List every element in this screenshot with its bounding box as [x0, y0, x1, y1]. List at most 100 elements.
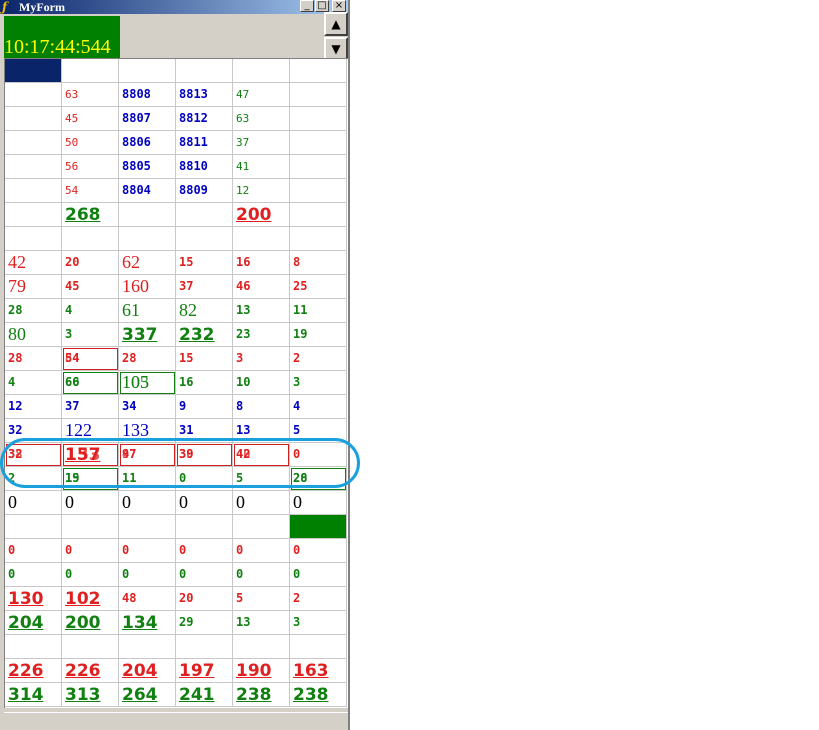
grid-cell[interactable]: 337 [119, 323, 176, 347]
grid-cell[interactable]: 80 [5, 323, 62, 347]
title-bar[interactable]: ƒ MyForm _ □ × [0, 0, 348, 14]
grid-cell[interactable]: 10 [233, 371, 290, 395]
grid-cell[interactable] [290, 131, 347, 155]
grid-cell[interactable]: 0 [233, 563, 290, 587]
grid-cell[interactable]: 8 [233, 395, 290, 419]
grid-cell[interactable] [290, 635, 347, 659]
grid-cell[interactable]: 4 [5, 371, 62, 395]
grid-cell[interactable]: 45 [62, 107, 119, 131]
grid-cell[interactable]: 0 [62, 539, 119, 563]
scroll-up-button[interactable]: ▲ [324, 12, 348, 36]
grid-cell[interactable]: 204 [5, 611, 62, 635]
grid-cell[interactable]: 8810 [176, 155, 233, 179]
grid-cell[interactable]: 13 [233, 299, 290, 323]
grid-cell[interactable]: 0 [176, 563, 233, 587]
grid-cell[interactable]: 3 [290, 371, 347, 395]
grid-cell[interactable]: 241 [176, 683, 233, 707]
data-grid[interactable]: 63 8808 8813 47 45 8807 8812 63 50 8806 8811 37 56 88… [4, 58, 348, 708]
grid-cell[interactable]: 4 [290, 395, 347, 419]
grid-cell[interactable]: 0 [119, 491, 176, 515]
grid-cell[interactable]: 0 [5, 563, 62, 587]
grid-cell[interactable] [62, 227, 119, 251]
grid-cell[interactable]: 9 [176, 395, 233, 419]
grid-cell[interactable]: 56 [62, 155, 119, 179]
grid-cell[interactable] [290, 83, 347, 107]
grid-cell[interactable]: 238 [290, 683, 347, 707]
grid-cell[interactable]: 8813 [176, 83, 233, 107]
grid-cell[interactable]: 63 [62, 83, 119, 107]
grid-cell[interactable]: 28 [5, 299, 62, 323]
grid-cell[interactable]: 8812 [176, 107, 233, 131]
grid-cell[interactable] [5, 155, 62, 179]
grid-cell[interactable] [119, 59, 176, 83]
grid-cell[interactable]: 48 [119, 587, 176, 611]
grid-cell[interactable]: 8804 [119, 179, 176, 203]
grid-cell[interactable] [176, 515, 233, 539]
grid-cell[interactable]: 15 [176, 251, 233, 275]
grid-cell[interactable]: 313 [62, 683, 119, 707]
grid-cell[interactable] [233, 227, 290, 251]
grid-cell[interactable]: 63 [233, 107, 290, 131]
grid-cell[interactable]: 13 [233, 611, 290, 635]
grid-cell[interactable]: 226 [5, 659, 62, 683]
grid-cell[interactable]: 15 [176, 347, 233, 371]
grid-cell[interactable]: 0 [119, 563, 176, 587]
grid-cell[interactable] [5, 107, 62, 131]
grid-cell[interactable] [290, 227, 347, 251]
grid-cell[interactable] [176, 635, 233, 659]
minimize-button[interactable]: _ [300, 0, 314, 12]
grid-cell[interactable]: 20 [62, 251, 119, 275]
grid-cell[interactable]: 8808 [119, 83, 176, 107]
grid-cell[interactable]: 37 [176, 275, 233, 299]
grid-cell[interactable]: 16 [233, 251, 290, 275]
grid-cell[interactable]: 42 [5, 251, 62, 275]
grid-cell[interactable] [233, 59, 290, 83]
grid-cell[interactable]: 0 [290, 539, 347, 563]
grid-cell[interactable]: 62 [119, 251, 176, 275]
grid-cell[interactable]: 79 [5, 275, 62, 299]
grid-cell[interactable]: 12 [5, 395, 62, 419]
grid-cell[interactable] [119, 635, 176, 659]
grid-cell[interactable]: 204 [119, 659, 176, 683]
grid-cell[interactable] [5, 131, 62, 155]
grid-cell[interactable]: 0 [290, 563, 347, 587]
grid-cell[interactable] [119, 203, 176, 227]
grid-cell[interactable] [176, 59, 233, 83]
grid-cell[interactable]: 11 [290, 299, 347, 323]
grid-cell[interactable]: 3 [62, 323, 119, 347]
grid-cell[interactable] [5, 635, 62, 659]
grid-cell[interactable]: 2 [290, 347, 347, 371]
grid-cell[interactable]: 0 [176, 539, 233, 563]
grid-cell[interactable]: 238 [233, 683, 290, 707]
app-icon[interactable]: ƒ [2, 1, 16, 13]
grid-cell[interactable]: 105 103 [119, 371, 176, 395]
grid-cell[interactable] [233, 515, 290, 539]
grid-cell[interactable]: 4 [62, 299, 119, 323]
grid-cell[interactable]: 47 [233, 83, 290, 107]
grid-cell[interactable] [5, 59, 62, 83]
grid-cell[interactable]: 264 [119, 683, 176, 707]
grid-cell[interactable]: 0 [233, 539, 290, 563]
grid-cell[interactable]: 3 [233, 347, 290, 371]
grid-cell[interactable]: 45 [62, 275, 119, 299]
grid-cell[interactable]: 8809 [176, 179, 233, 203]
grid-cell[interactable]: 82 [176, 299, 233, 323]
grid-cell[interactable] [5, 83, 62, 107]
grid-cell[interactable]: 19 [290, 323, 347, 347]
grid-cell[interactable] [5, 515, 62, 539]
grid-cell[interactable]: 5 [233, 587, 290, 611]
grid-cell[interactable]: 37 [233, 131, 290, 155]
maximize-button[interactable]: □ [315, 0, 329, 12]
grid-cell[interactable]: 25 [290, 275, 347, 299]
grid-cell[interactable] [290, 179, 347, 203]
grid-cell[interactable]: 2 [290, 587, 347, 611]
grid-cell[interactable]: 41 [233, 155, 290, 179]
grid-cell[interactable] [176, 227, 233, 251]
grid-cell[interactable]: 66 60 [62, 371, 119, 395]
grid-cell[interactable]: 268 [62, 203, 119, 227]
grid-cell[interactable]: 23 [233, 323, 290, 347]
grid-cell[interactable]: 0 [5, 491, 62, 515]
grid-cell[interactable] [5, 227, 62, 251]
grid-cell[interactable]: 0 [290, 491, 347, 515]
grid-cell[interactable]: 37 [62, 395, 119, 419]
